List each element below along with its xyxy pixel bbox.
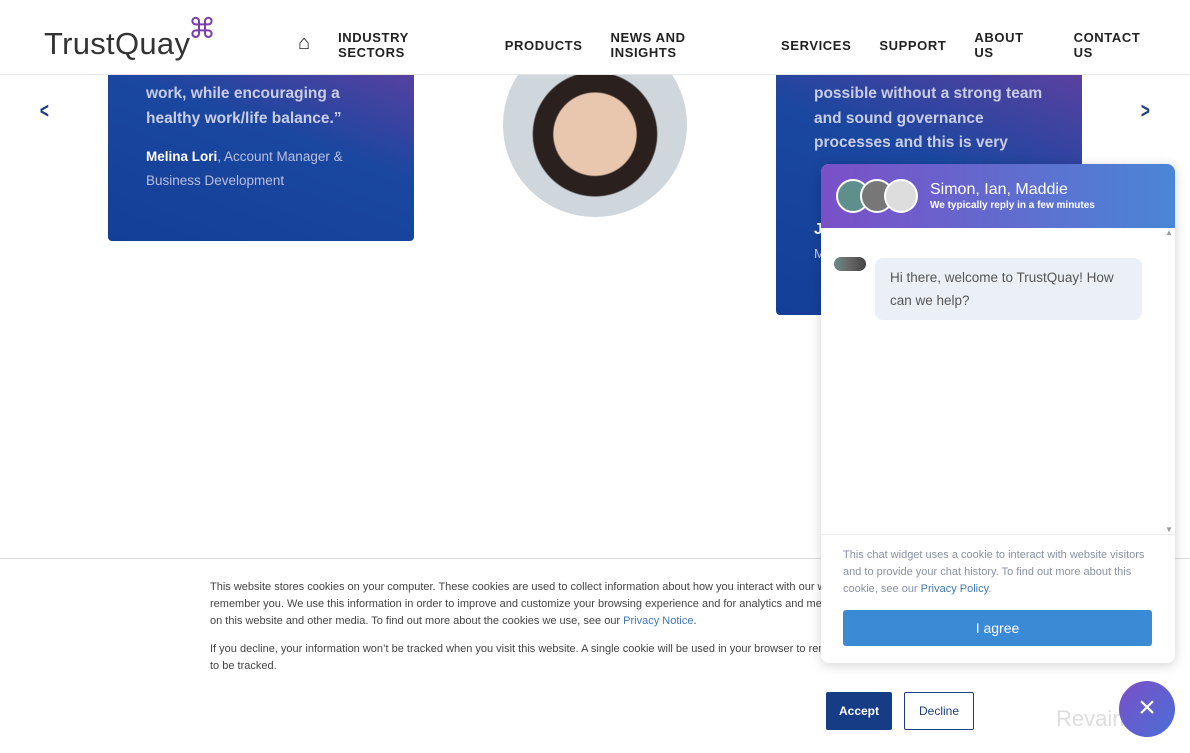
home-icon[interactable]: ⌂ bbox=[298, 32, 310, 55]
agent-avatar bbox=[884, 179, 918, 213]
chat-widget: Simon, Ian, Maddie We typically reply in… bbox=[821, 164, 1175, 663]
testimonial-author: Melina Lori, Account Manager & Business … bbox=[146, 149, 343, 188]
carousel-prev-icon[interactable]: < bbox=[40, 98, 49, 124]
quote-line: possible without a strong team bbox=[814, 85, 1043, 102]
privacy-policy-link[interactable]: Privacy Policy bbox=[921, 583, 989, 595]
nav-contact-us[interactable]: CONTACT US bbox=[1074, 30, 1162, 60]
main-nav: ⌂ INDUSTRY SECTORS PRODUCTS NEWS AND INS… bbox=[298, 30, 1190, 60]
carousel-next-icon[interactable]: > bbox=[1141, 98, 1150, 124]
privacy-notice-link[interactable]: Privacy Notice bbox=[623, 615, 693, 627]
site-header: TrustQuay ⌘ ⌂ INDUSTRY SECTORS PRODUCTS … bbox=[0, 0, 1190, 75]
quote-line: work, while encouraging a bbox=[146, 85, 340, 102]
close-chat-icon[interactable]: × bbox=[1119, 681, 1175, 737]
chat-subtitle: We typically reply in a few minutes bbox=[930, 200, 1095, 211]
decline-button[interactable]: Decline bbox=[904, 692, 974, 730]
quote-line: healthy work/life balance.” bbox=[146, 109, 342, 127]
quote-line: and sound governance bbox=[814, 109, 984, 127]
chat-agents: Simon, Ian, Maddie bbox=[930, 181, 1068, 198]
agent-avatars-small bbox=[834, 257, 866, 271]
chat-message: Hi there, welcome to TrustQuay! How can … bbox=[875, 258, 1142, 320]
nav-products[interactable]: PRODUCTS bbox=[505, 38, 583, 53]
logo-mark-icon: ⌘ bbox=[188, 13, 216, 44]
nav-news-and-insights[interactable]: NEWS AND INSIGHTS bbox=[611, 30, 754, 60]
quote-line: processes and this is very bbox=[814, 134, 1008, 151]
chat-consent: This chat widget uses a cookie to intera… bbox=[821, 534, 1175, 663]
logo[interactable]: TrustQuay bbox=[44, 26, 190, 62]
chat-header: Simon, Ian, Maddie We typically reply in… bbox=[821, 164, 1175, 228]
nav-support[interactable]: SUPPORT bbox=[879, 38, 946, 53]
nav-about-us[interactable]: ABOUT US bbox=[974, 30, 1045, 60]
nav-industry-sectors[interactable]: INDUSTRY SECTORS bbox=[338, 30, 477, 60]
accept-button[interactable]: Accept bbox=[826, 692, 892, 730]
chat-scrollbar[interactable]: ▲ ▼ bbox=[1165, 228, 1173, 534]
i-agree-button[interactable]: I agree bbox=[843, 610, 1152, 646]
nav-services[interactable]: SERVICES bbox=[781, 38, 851, 53]
revain-watermark: Revain bbox=[1056, 706, 1125, 731]
